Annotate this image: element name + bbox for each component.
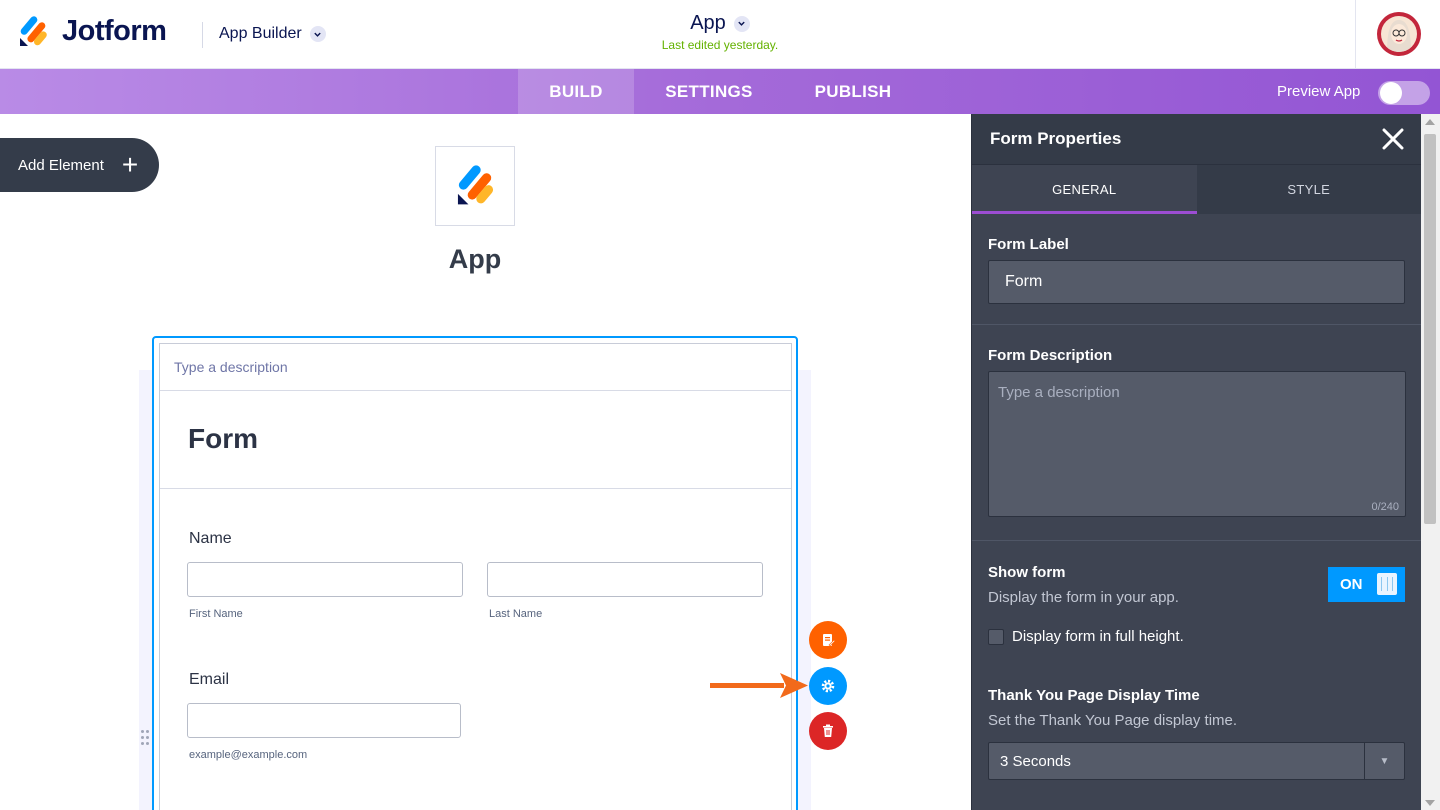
gear-icon [821,679,835,693]
tab-style[interactable]: STYLE [1197,165,1422,214]
jotform-logo-icon [20,15,47,46]
app-name[interactable]: App [375,244,575,275]
thank-you-section: Thank You Page Display Time Set the Than… [972,671,1421,791]
tab-settings[interactable]: SETTINGS [634,69,784,114]
panel-title: Form Properties [990,129,1122,148]
scroll-thumb[interactable] [1424,134,1436,524]
add-element-label: Add Element [18,156,104,174]
app-builder-dropdown[interactable]: App Builder [219,25,326,43]
panel-header: Form Properties [972,114,1421,164]
tab-build[interactable]: BUILD [518,69,634,114]
full-height-label: Display form in full height. [1012,628,1184,645]
plus-icon: + [121,149,139,180]
user-avatar[interactable] [1377,12,1421,56]
form-description-textarea[interactable]: Type a description 0/240 [988,371,1406,517]
toggle-knob [1380,82,1402,104]
form-properties-button[interactable] [809,667,847,705]
avatar-illustration [1381,16,1417,52]
first-name-sublabel: First Name [189,608,243,620]
tab-publish[interactable]: PUBLISH [784,69,922,114]
app-title-area: App Last edited yesterday. [620,12,820,52]
name-label: Name [189,530,232,547]
scroll-up-icon[interactable] [1425,119,1435,125]
edit-icon [823,634,836,647]
show-form-section: Show form Display the form in your app. … [972,541,1421,671]
form-description-section: Form Description Type a description 0/24… [972,325,1421,541]
preview-app-toggle[interactable] [1378,81,1430,105]
jotform-logo-icon [457,165,494,205]
description-placeholder: Type a description [998,384,1120,401]
edit-form-button[interactable] [809,621,847,659]
form-label-section: Form Label Form [972,214,1421,325]
char-counter: 0/240 [1371,501,1399,513]
form-label-input[interactable]: Form [988,260,1405,304]
chevron-down-icon [309,26,326,42]
thank-you-time-select[interactable]: 3 Seconds ▼ [988,742,1405,780]
selected-time: 3 Seconds [1000,752,1071,770]
product-label: App Builder [219,25,302,42]
show-form-toggle[interactable]: ON [1328,567,1405,602]
dropdown-arrow-icon: ▼ [1364,743,1404,779]
chevron-down-icon [733,15,750,32]
thank-you-help: Set the Thank You Page display time. [988,712,1238,729]
jotform-logo[interactable]: Jotform [18,15,167,48]
full-height-option[interactable]: Display form in full height. [988,628,1405,645]
email-sublabel: example@example.com [189,749,308,761]
email-label: Email [189,671,230,688]
form-title: Form [160,391,791,489]
scroll-down-icon[interactable] [1425,800,1435,806]
brand-name: Jotform [62,15,167,47]
panel-tabs: GENERAL STYLE [972,164,1421,214]
form-description-heading: Form Description [988,347,1113,364]
first-name-input[interactable] [187,562,463,597]
add-element-button[interactable]: Add Element + [0,138,159,192]
email-input[interactable] [187,703,461,738]
last-name-input[interactable] [487,562,763,597]
drag-handle[interactable] [141,730,151,748]
header-divider [202,22,203,48]
arrow-pointer-icon [710,673,808,698]
form-properties-panel: Form Properties GENERAL STYLE Form Label… [971,114,1421,810]
delete-form-button[interactable] [809,712,847,750]
header-divider [1355,0,1356,69]
trash-icon [823,724,833,737]
app-title: App [690,12,726,34]
close-icon[interactable] [1381,127,1405,151]
builder-nav: BUILD SETTINGS PUBLISH Preview App [0,69,1440,114]
preview-app-label: Preview App [1277,83,1361,100]
form-label-heading: Form Label [988,236,1069,253]
form-description[interactable]: Type a description [160,344,791,391]
app-title-dropdown[interactable]: App [690,12,750,35]
canvas-margin [0,370,139,810]
last-name-sublabel: Last Name [489,608,543,620]
thank-you-heading: Thank You Page Display Time [988,687,1200,704]
toggle-knob [1377,573,1397,595]
tab-general[interactable]: GENERAL [972,165,1197,214]
full-height-checkbox[interactable] [988,628,1004,645]
app-icon[interactable] [435,146,515,226]
toggle-state: ON [1340,576,1363,593]
last-edited-status: Last edited yesterday. [661,38,779,52]
top-header: Jotform App Builder App Last edited yest… [0,0,1440,69]
